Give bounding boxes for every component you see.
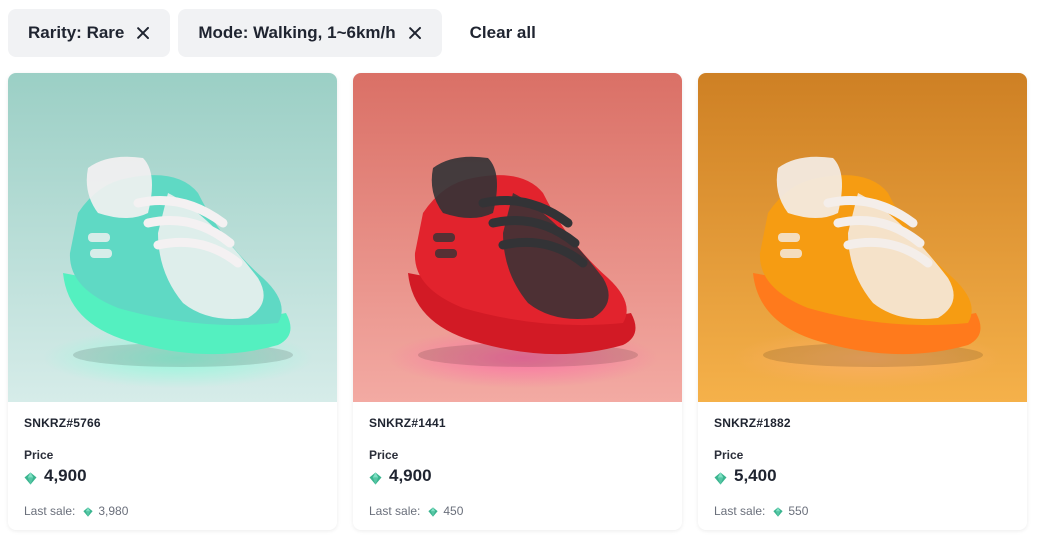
price-label: Price (714, 448, 744, 462)
close-icon[interactable] (136, 26, 150, 40)
price-label: Price (369, 448, 399, 462)
last-sale-value: 3,980 (98, 504, 129, 518)
filter-chip-rarity[interactable]: Rarity: Rare (8, 9, 171, 57)
gem-icon (428, 506, 438, 517)
product-name: SNKRZ#1441 (369, 416, 446, 430)
price-label: Price (24, 448, 54, 462)
product-card[interactable]: SNKRZ#1882 Price 5,400 Last sale: 550 (698, 73, 1027, 530)
price-value: 5,400 (734, 466, 777, 485)
product-name: SNKRZ#5766 (24, 416, 101, 430)
product-card[interactable]: SNKRZ#5766 Price 4,900 Last sale: 3,980 (8, 73, 337, 530)
gem-icon (714, 470, 727, 484)
sneaker-image (698, 73, 1027, 402)
card-info: SNKRZ#1441 Price 4,900 Last sale: 450 (353, 402, 682, 530)
last-sale-label: Last sale: (714, 504, 766, 518)
product-name: SNKRZ#1882 (714, 416, 791, 430)
product-card[interactable]: SNKRZ#1441 Price 4,900 Last sale: 450 (353, 73, 682, 530)
gem-icon (83, 506, 93, 517)
last-sale-row: Last sale: 450 (369, 504, 666, 518)
filter-chip-mode[interactable]: Mode: Walking, 1~6km/h (178, 9, 442, 57)
product-grid: SNKRZ#5766 Price 4,900 Last sale: 3,980 … (8, 73, 1027, 530)
price-value: 4,900 (389, 466, 432, 485)
active-filters: Rarity: Rare Mode: Walking, 1~6km/h Clea… (8, 9, 536, 57)
card-info: SNKRZ#5766 Price 4,900 Last sale: 3,980 (8, 402, 337, 530)
card-info: SNKRZ#1882 Price 5,400 Last sale: 550 (698, 402, 1027, 530)
price-value: 4,900 (44, 466, 87, 485)
price-row: 5,400 (714, 466, 1011, 486)
gem-icon (773, 506, 783, 517)
last-sale-value: 450 (443, 504, 464, 518)
price-row: 4,900 (24, 466, 321, 486)
last-sale-value: 550 (788, 504, 809, 518)
gem-icon (369, 470, 382, 484)
clear-all-button[interactable]: Clear all (470, 23, 536, 43)
filter-chip-label: Rarity: Rare (28, 23, 125, 42)
last-sale-label: Last sale: (24, 504, 76, 518)
last-sale-row: Last sale: 3,980 (24, 504, 321, 518)
gem-icon (24, 470, 37, 484)
price-row: 4,900 (369, 466, 666, 486)
last-sale-label: Last sale: (369, 504, 421, 518)
last-sale-row: Last sale: 550 (714, 504, 1011, 518)
filter-chip-label: Mode: Walking, 1~6km/h (198, 23, 396, 42)
sneaker-image (353, 73, 682, 402)
sneaker-image (8, 73, 337, 402)
close-icon[interactable] (408, 26, 422, 40)
